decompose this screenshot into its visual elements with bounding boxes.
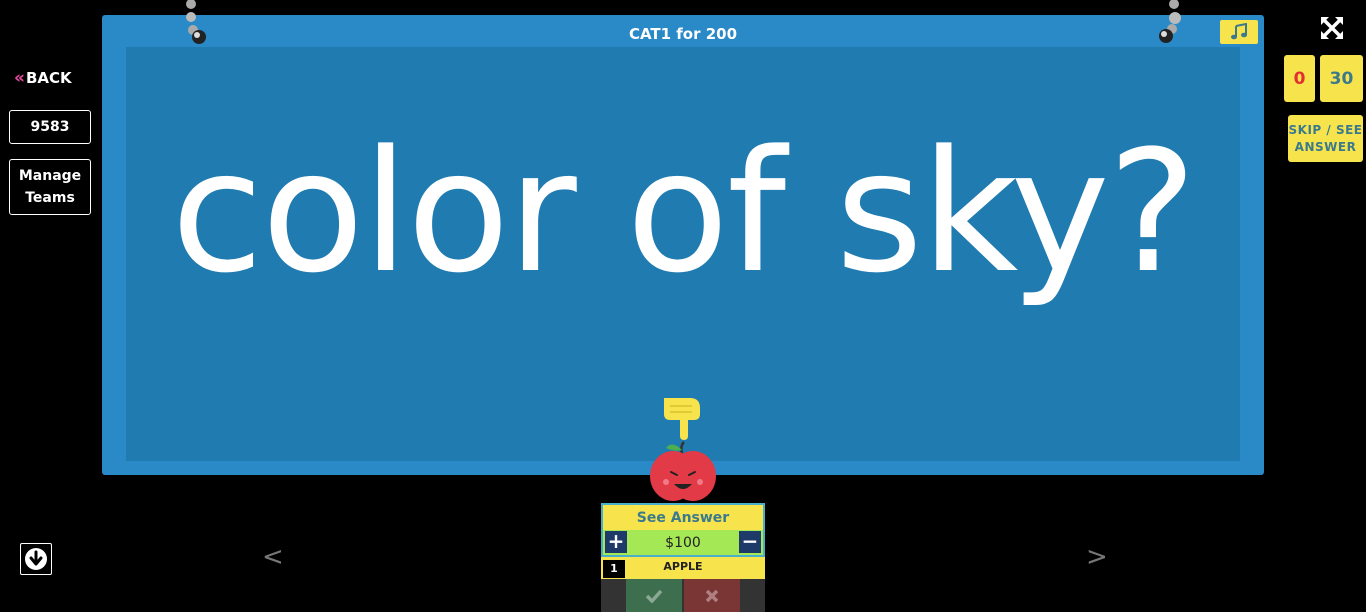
timer: 30 [1320, 55, 1363, 102]
add-points-button[interactable]: + [605, 531, 627, 553]
double-chevron-left-icon: « [14, 68, 25, 88]
score-counter: 0 [1284, 55, 1315, 102]
pointing-hand-icon [664, 398, 700, 440]
question-text: color of sky? [171, 114, 1197, 310]
music-button[interactable] [1220, 20, 1258, 44]
game-code: 9583 [9, 110, 91, 144]
team-number: 1 [603, 560, 625, 578]
back-label: BACK [25, 69, 72, 87]
expand-icon[interactable] [1319, 15, 1345, 41]
prev-button[interactable]: < [262, 542, 284, 572]
see-answer-button[interactable]: See Answer [601, 503, 765, 530]
checkmark-icon [645, 589, 663, 603]
team-name: APPLE [663, 560, 703, 573]
manage-teams-button[interactable]: Manage Teams [9, 159, 91, 215]
skip-see-answer-button[interactable]: SKIP / SEE ANSWER [1288, 115, 1363, 162]
apple-avatar [650, 441, 716, 501]
amount-row: $100 + − [601, 530, 765, 557]
board-title: CAT1 for 200 [628, 25, 738, 43]
mark-correct-button[interactable] [626, 579, 682, 612]
team-row: APPLE 1 [601, 557, 765, 579]
chain-left-icon [186, 0, 206, 44]
team-panel: See Answer $100 + − APPLE 1 [601, 503, 765, 612]
back-button[interactable]: « BACK [14, 68, 72, 88]
mark-wrong-button[interactable] [684, 579, 740, 612]
music-note-icon [1231, 23, 1247, 40]
x-icon [705, 589, 719, 602]
next-button[interactable]: > [1086, 542, 1108, 572]
scroll-down-button[interactable] [20, 543, 52, 575]
arrow-down-icon [25, 548, 47, 570]
chain-right-icon [1159, 0, 1181, 43]
subtract-points-button[interactable]: − [739, 531, 761, 553]
